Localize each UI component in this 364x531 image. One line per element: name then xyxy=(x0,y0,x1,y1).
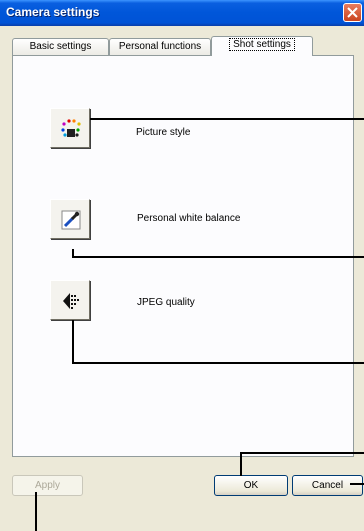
picture-style-label: Picture style xyxy=(136,127,191,138)
tab-label: Personal functions xyxy=(118,41,202,52)
cancel-button[interactable]: Cancel xyxy=(292,475,363,496)
tab-label: Basic settings xyxy=(29,41,92,52)
personal-white-balance-button[interactable] xyxy=(50,199,90,239)
jpeg-quality-icon xyxy=(63,293,79,309)
picture-style-icon xyxy=(61,119,81,137)
ok-button-label: OK xyxy=(243,480,259,491)
callout-line xyxy=(240,452,242,476)
close-icon xyxy=(347,7,358,18)
window-title: Camera settings xyxy=(6,5,100,19)
eyedropper-icon xyxy=(61,210,81,230)
cancel-button-label: Cancel xyxy=(311,480,344,491)
jpeg-quality-button[interactable] xyxy=(50,280,90,320)
callout-line xyxy=(72,362,364,364)
picture-style-button[interactable] xyxy=(50,108,90,148)
title-bar[interactable]: Camera settings xyxy=(0,0,364,26)
ok-button[interactable]: OK xyxy=(214,475,288,496)
callout-line xyxy=(35,492,37,531)
apply-button[interactable]: Apply xyxy=(12,475,83,496)
callout-line xyxy=(240,452,364,454)
callout-line xyxy=(72,320,74,363)
tab-personal-functions[interactable]: Personal functions xyxy=(109,38,211,55)
personal-white-balance-label: Personal white balance xyxy=(137,213,241,224)
callout-line xyxy=(350,483,364,485)
tab-basic-settings[interactable]: Basic settings xyxy=(12,38,109,55)
jpeg-quality-label: JPEG quality xyxy=(137,297,195,308)
camera-settings-window: Camera settings Basic settings Personal … xyxy=(0,0,364,531)
apply-button-label: Apply xyxy=(34,480,60,491)
tab-shot-settings[interactable]: Shot settings xyxy=(211,36,313,56)
callout-line xyxy=(90,118,364,120)
tab-label: Shot settings xyxy=(229,38,295,51)
close-button[interactable] xyxy=(343,3,362,22)
callout-line xyxy=(72,256,364,258)
